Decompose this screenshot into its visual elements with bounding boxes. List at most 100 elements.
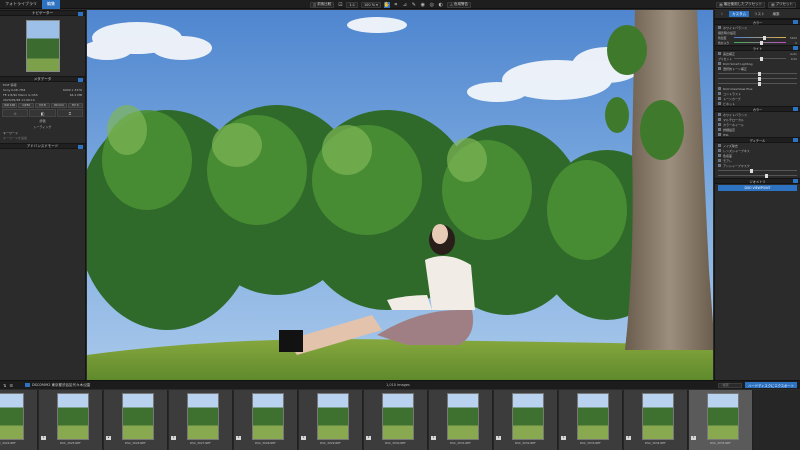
checkbox[interactable] [718, 154, 721, 157]
filmstrip-thumbnail[interactable] [122, 393, 154, 440]
checkbox[interactable] [718, 52, 721, 55]
checkbox[interactable] [718, 26, 721, 29]
tab-edit-panel[interactable]: 編集 [770, 11, 783, 17]
eye-icon[interactable]: ◐ [438, 2, 444, 8]
viewpoint-button[interactable]: DXO VIEWPOINT [718, 185, 797, 191]
close-icon[interactable] [793, 46, 798, 50]
filmstrip[interactable]: DSC_3024.NEF★DSC_3025.NEF1DSC_3026.NEF★D… [0, 390, 800, 450]
fit-icon[interactable]: ⊡ [337, 2, 343, 8]
checkbox[interactable] [718, 67, 721, 70]
gamut-warning-button[interactable]: ⚠ 色域警告 [446, 1, 471, 8]
close-icon[interactable] [78, 144, 83, 149]
metadata-header[interactable]: メタデータ [0, 76, 85, 82]
exposure-track[interactable] [734, 56, 786, 61]
detail-item[interactable]: アンシャープマスク [715, 163, 800, 168]
filmstrip-item[interactable]: DSC_3032.NEF 1 [494, 390, 558, 450]
slider-track[interactable] [718, 76, 797, 81]
crop-icon[interactable]: ⌗ [393, 2, 399, 8]
close-icon[interactable] [78, 77, 83, 82]
tab-list[interactable]: リスト [751, 11, 768, 17]
repair-icon[interactable]: ✎ [411, 2, 417, 8]
filmstrip-item[interactable]: DSC_3029.NEF 1 [299, 390, 363, 450]
current-folder[interactable]: DSC09092 東京都渋谷区代々木公園 [13, 383, 90, 388]
filmstrip-thumbnail[interactable] [707, 393, 739, 440]
filmstrip-item[interactable]: DSC_3034.NEF 1 [624, 390, 688, 450]
filmstrip-item[interactable]: DSC_3033.NEF 1 [559, 390, 623, 450]
close-icon[interactable] [78, 11, 83, 16]
checkbox[interactable] [718, 164, 721, 167]
slider-knob[interactable] [757, 76, 761, 81]
checkbox[interactable] [718, 87, 721, 90]
checkbox[interactable] [718, 113, 721, 116]
tint-track[interactable] [734, 40, 786, 45]
filmstrip-item[interactable]: DSC_3035.NEF 1 [689, 390, 753, 450]
search-input[interactable]: ⌕ 検索 [718, 382, 743, 388]
slider-track[interactable] [718, 71, 797, 76]
navigator-header[interactable]: ナビゲーター [0, 10, 85, 16]
hand-tool-icon[interactable]: ✋ [384, 1, 390, 8]
temp-value[interactable]: 5200 [788, 36, 797, 40]
checkbox[interactable] [718, 159, 721, 162]
slider-knob[interactable] [749, 168, 753, 173]
wb-mode-row[interactable]: 撮影時の設定 [715, 30, 800, 35]
checkbox[interactable] [718, 97, 721, 100]
slider-knob[interactable] [757, 71, 761, 76]
temp-track[interactable] [734, 35, 786, 40]
filmstrip-thumbnail[interactable] [642, 393, 674, 440]
export-button[interactable]: ハードディスクにエクスポート [745, 382, 797, 388]
moon-icon[interactable]: ☾ [718, 11, 727, 17]
straighten-icon[interactable]: ⊿ [402, 2, 408, 8]
checkbox[interactable] [718, 133, 721, 136]
recent-presets-button[interactable]: ▤ 最近使用したプリセット [716, 1, 766, 8]
palette-header[interactable]: アドバンスドモード [0, 143, 85, 149]
filmstrip-item[interactable]: DSC_3030.NEF 1 [364, 390, 428, 450]
slider-knob[interactable] [760, 40, 763, 45]
checkbox[interactable] [718, 118, 721, 121]
compare-button[interactable]: ◫ 前後比較 [310, 1, 335, 8]
filmstrip-thumbnail[interactable] [382, 393, 414, 440]
slider-track[interactable] [718, 81, 797, 86]
checkbox[interactable] [718, 102, 721, 105]
filmstrip-item[interactable]: DSC_3031.NEF 1 [429, 390, 493, 450]
filmstrip-item[interactable]: DSC_3027.NEF 1 [169, 390, 233, 450]
presets-button[interactable]: ▤ プリセット [768, 1, 796, 8]
slider-knob[interactable] [757, 81, 761, 86]
zoom-1to1-button[interactable]: 1:1 [346, 1, 358, 8]
slider-knob[interactable] [765, 173, 769, 178]
local-adjust-icon[interactable]: ◎ [429, 2, 435, 8]
checkbox[interactable] [718, 123, 721, 126]
filmstrip-item[interactable]: DSC_3028.NEF 1 [234, 390, 298, 450]
filmstrip-thumbnail[interactable] [447, 393, 479, 440]
filmstrip-item[interactable]: DSC_3024.NEF★ [0, 390, 38, 450]
light-item[interactable]: 露出補正 Auto [715, 51, 800, 56]
filmstrip-thumbnail[interactable] [512, 393, 544, 440]
exposure-value[interactable]: 0.00 [788, 57, 797, 61]
light-item[interactable]: 選択的トーン補正 [715, 66, 800, 71]
tab-photo-library[interactable]: フォトライブラリ [0, 0, 42, 9]
main-photo[interactable] [87, 10, 713, 380]
slider-knob[interactable] [762, 35, 766, 40]
checkbox[interactable] [718, 62, 721, 65]
filmstrip-item[interactable]: DSC_3026.NEF ★ [104, 390, 168, 450]
navigator-thumbnail[interactable] [25, 20, 60, 72]
keywords-input[interactable]: キーワードを追加 [0, 135, 85, 140]
slider-track[interactable] [718, 168, 797, 173]
compare-view-button[interactable]: ◧ [29, 109, 56, 117]
close-icon[interactable] [793, 138, 798, 142]
close-icon[interactable] [793, 179, 798, 183]
close-icon[interactable] [793, 107, 798, 111]
tint-value[interactable]: 0 [788, 41, 797, 45]
filmstrip-thumbnail[interactable] [577, 393, 609, 440]
tab-custom[interactable]: カスタム [729, 11, 750, 17]
filmstrip-thumbnail[interactable] [252, 393, 284, 440]
star-button[interactable]: ☆ [2, 109, 29, 117]
tab-edit[interactable]: 編集 [42, 0, 60, 9]
redeye-icon[interactable]: ◉ [420, 2, 426, 8]
filmstrip-thumbnail[interactable] [317, 393, 349, 440]
sort-icon[interactable]: ⇅ [3, 383, 6, 388]
navigator-preview[interactable] [0, 16, 85, 76]
grid-button[interactable]: ⌗ [56, 109, 83, 117]
checkbox[interactable] [718, 92, 721, 95]
slider-knob[interactable] [760, 56, 763, 61]
filmstrip-item[interactable]: DSC_3025.NEF 1 [39, 390, 103, 450]
